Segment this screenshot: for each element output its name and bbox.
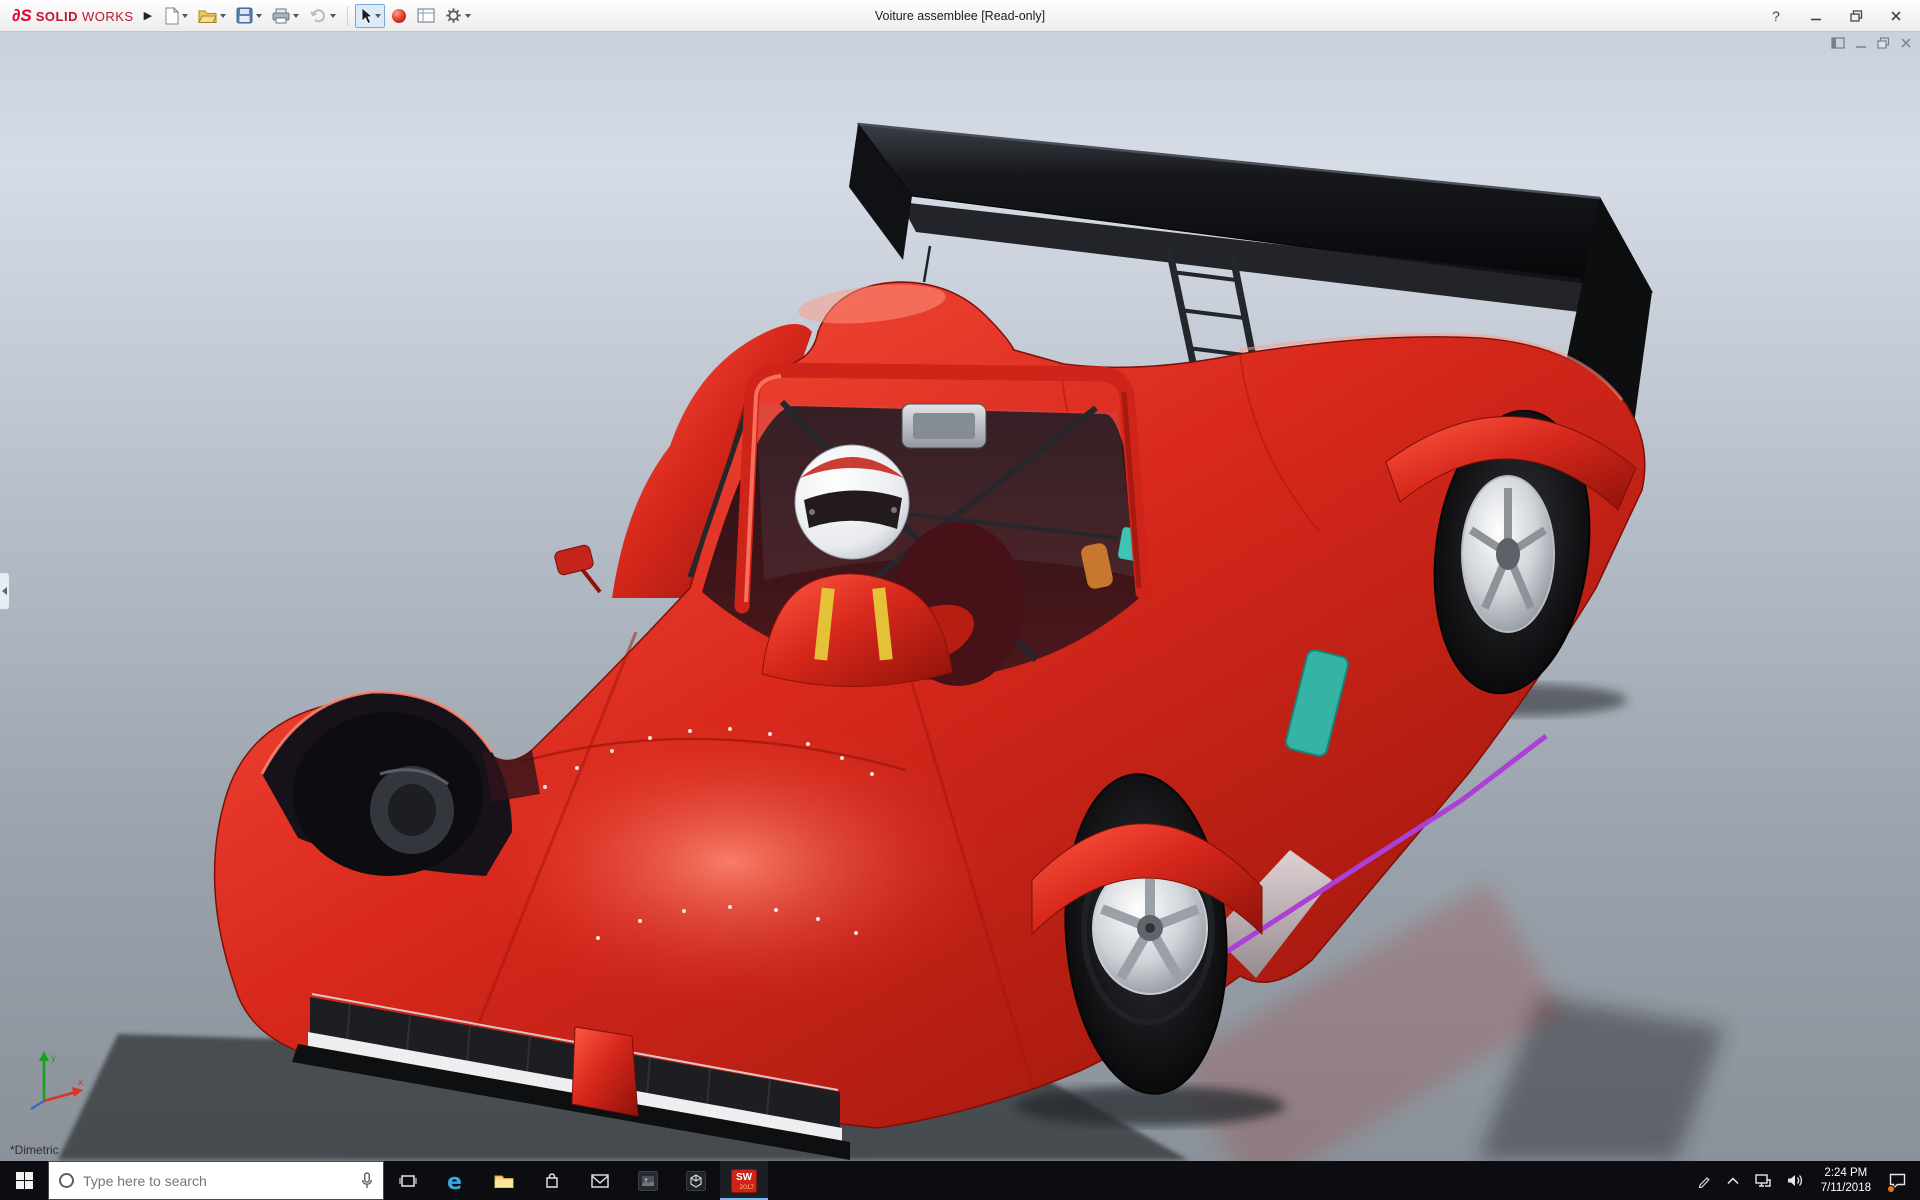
chevron-up-icon: [1727, 1176, 1739, 1184]
brand-works: WORKS: [81, 8, 134, 24]
photos-icon: [638, 1170, 658, 1191]
document-title: Voiture assemblee [Read-only]: [874, 9, 1046, 23]
sw-badge-year: 2017: [739, 1183, 754, 1191]
open-button[interactable]: [194, 4, 230, 28]
undo-button[interactable]: [305, 4, 340, 28]
graphics-viewport[interactable]: y x *Dimetric: [0, 32, 1920, 1161]
network-icon: [1754, 1173, 1771, 1187]
select-cursor-icon: [361, 6, 373, 24]
save-caret-icon[interactable]: [256, 13, 263, 18]
pen-icon: [1698, 1176, 1710, 1188]
sw-badge-text: SW: [735, 1171, 753, 1183]
tray-overflow-button[interactable]: [1719, 1161, 1747, 1200]
new-document-icon: [165, 6, 180, 24]
print-icon: [272, 8, 290, 23]
toolbar-flyout-arrow[interactable]: ▶: [142, 9, 160, 22]
windows-taskbar: e SW 2017: [0, 1161, 1920, 1200]
mail-envelope-icon: [591, 1173, 609, 1188]
mail-button[interactable]: [576, 1161, 624, 1200]
triad-x-label: x: [78, 1077, 83, 1088]
file-explorer-button[interactable]: [480, 1161, 528, 1200]
restore-button[interactable]: [1836, 0, 1876, 32]
side-mirror: [554, 544, 594, 576]
close-button[interactable]: [1876, 0, 1916, 32]
window-controls: ?: [1756, 0, 1916, 32]
taskbar-clock[interactable]: 2:24 PM 7/11/2018: [1811, 1166, 1881, 1196]
new-caret-icon[interactable]: [182, 13, 189, 18]
close-icon: [1891, 10, 1901, 21]
minimize-document-icon[interactable]: [1855, 37, 1867, 49]
3d-viewer-icon: [686, 1170, 706, 1191]
notification-badge: [1887, 1185, 1895, 1193]
cortana-icon: [59, 1173, 74, 1188]
edge-button[interactable]: e: [432, 1161, 480, 1200]
minimize-button[interactable]: [1796, 0, 1836, 32]
help-button[interactable]: ?: [1756, 0, 1796, 32]
new-document-button[interactable]: [160, 4, 192, 28]
solidworks-app-button[interactable]: SW 2017: [720, 1161, 768, 1200]
drawing-sheet-button[interactable]: [413, 4, 439, 28]
pen-tray-button[interactable]: [1689, 1161, 1719, 1200]
undo-caret-icon[interactable]: [330, 13, 337, 18]
collapse-arrow-icon: [2, 587, 7, 595]
document-window-controls: [1831, 37, 1912, 49]
photos-button[interactable]: [624, 1161, 672, 1200]
select-tool-button[interactable]: [355, 3, 386, 28]
ds-logo-icon: ∂S: [12, 5, 32, 25]
appearance-button[interactable]: [387, 4, 411, 28]
save-button[interactable]: [232, 4, 266, 28]
triad-y-label: y: [51, 1053, 56, 1064]
options-caret-icon[interactable]: [465, 13, 472, 18]
solidworks-app-icon: SW 2017: [731, 1168, 757, 1193]
store-button[interactable]: [528, 1161, 576, 1200]
print-button[interactable]: [268, 4, 303, 28]
volume-tray-button[interactable]: [1779, 1161, 1811, 1200]
open-caret-icon[interactable]: [220, 13, 227, 18]
nose-center-fin: [571, 1026, 639, 1117]
search-input[interactable]: [83, 1172, 352, 1189]
options-gear-icon: [446, 8, 461, 23]
task-view-button[interactable]: [384, 1161, 432, 1200]
action-center-button[interactable]: [1881, 1161, 1920, 1200]
clock-time: 2:24 PM: [1824, 1166, 1868, 1179]
volume-icon: [1787, 1175, 1802, 1186]
desktop: ∂S SOLID WORKS ▶ Voiture assemblee [Read…: [0, 0, 1920, 1200]
select-caret-icon[interactable]: [375, 13, 382, 18]
taskbar-search[interactable]: [48, 1161, 384, 1200]
feature-manager-collapsed-tab[interactable]: [0, 572, 10, 610]
svg-text:e: e: [447, 1170, 462, 1192]
model-canvas[interactable]: [0, 32, 1920, 1161]
windows-logo-icon: [15, 1172, 33, 1189]
dock-window-icon[interactable]: [1831, 37, 1845, 49]
microphone-icon[interactable]: [361, 1172, 373, 1189]
close-document-icon[interactable]: [1900, 37, 1912, 49]
toolbar-separator: [347, 5, 349, 26]
minimize-icon: [1811, 18, 1821, 20]
view-orientation-label: *Dimetric: [10, 1143, 59, 1157]
network-tray-button[interactable]: [1747, 1161, 1779, 1200]
undo-icon: [310, 9, 326, 23]
open-folder-icon: [198, 10, 217, 23]
standard-toolbar: [160, 3, 475, 28]
store-bag-icon: [546, 1173, 558, 1188]
system-tray: 2:24 PM 7/11/2018: [1689, 1161, 1920, 1200]
restore-icon: [1849, 9, 1862, 22]
orientation-triad: y x: [30, 1051, 83, 1110]
3d-viewer-button[interactable]: [672, 1161, 720, 1200]
save-floppy-icon: [236, 7, 253, 24]
task-view-icon: [399, 1174, 417, 1187]
drawing-sheet-icon: [417, 8, 435, 23]
restore-document-icon[interactable]: [1877, 37, 1890, 49]
options-button[interactable]: [441, 4, 475, 28]
clock-date: 7/11/2018: [1820, 1181, 1871, 1194]
edge-icon: e: [447, 1170, 462, 1192]
print-caret-icon[interactable]: [293, 13, 300, 18]
solidworks-logo: ∂S SOLID WORKS: [4, 6, 142, 26]
start-button[interactable]: [0, 1161, 48, 1200]
appearance-sphere-icon: [392, 8, 407, 23]
app-titlebar: ∂S SOLID WORKS ▶ Voiture assemblee [Read…: [0, 0, 1920, 32]
file-explorer-icon: [494, 1175, 514, 1188]
brand-solid: SOLID: [35, 8, 78, 24]
